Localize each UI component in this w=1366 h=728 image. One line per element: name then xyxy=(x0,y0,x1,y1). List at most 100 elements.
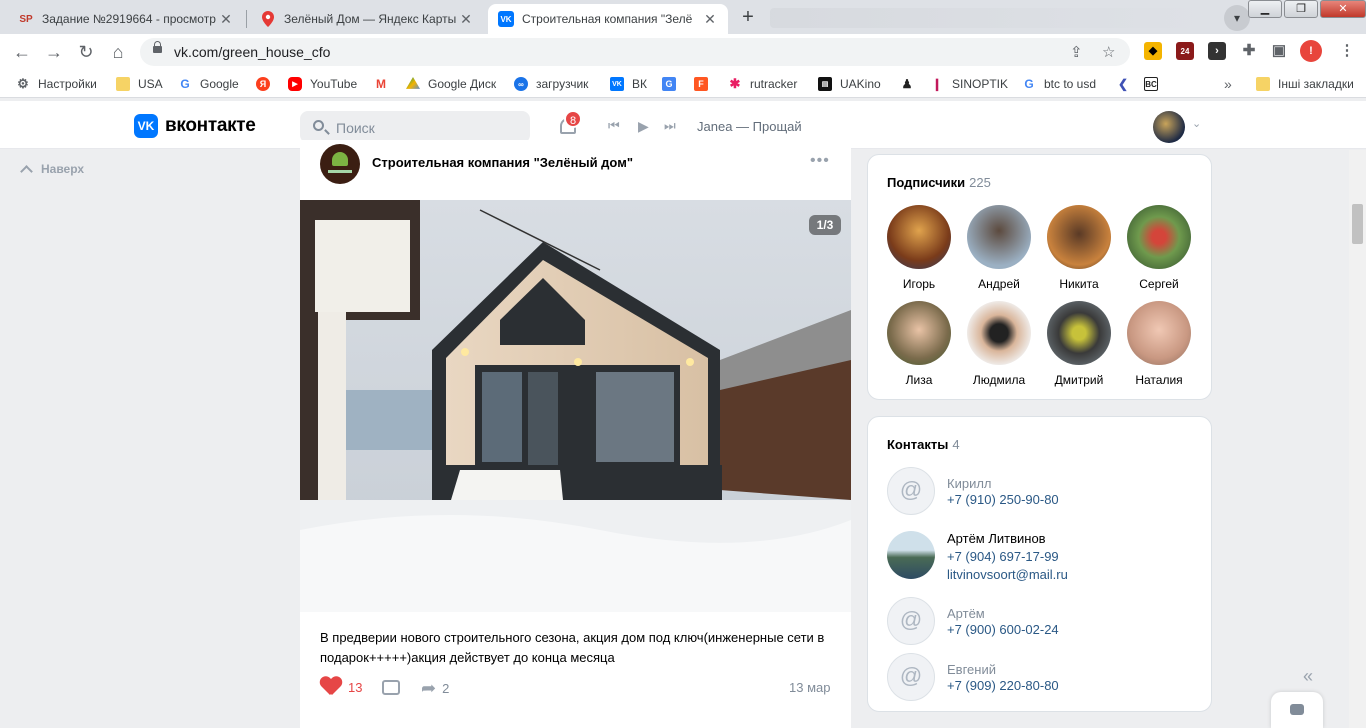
profile-alert-icon[interactable]: ! xyxy=(1300,40,1322,62)
vk-logo-text[interactable]: вконтакте xyxy=(165,115,256,137)
contact-phone[interactable]: +7 (900) 600-02-24 xyxy=(947,622,1059,637)
bookmark-f[interactable]: F xyxy=(694,75,716,93)
menu-dots-icon[interactable]: ⋮ xyxy=(1338,42,1356,60)
current-track[interactable]: Janea — Прощай xyxy=(697,119,802,134)
contacts-title[interactable]: Контакты 4 xyxy=(887,437,960,452)
comment-icon[interactable] xyxy=(382,680,400,695)
bookmark-google[interactable]: G Google xyxy=(178,75,238,93)
bookmark-rutracker[interactable]: ✱ rutracker xyxy=(728,75,798,93)
close-icon[interactable]: ✕ xyxy=(702,11,718,28)
gear-icon: ⚙ xyxy=(17,76,29,91)
bookmark-gmail[interactable]: M xyxy=(374,75,396,93)
like-button[interactable]: 13 xyxy=(320,677,362,697)
follower-item[interactable]: Андрей xyxy=(959,205,1039,291)
close-icon[interactable]: ✕ xyxy=(458,11,474,28)
play-icon[interactable]: ▶ xyxy=(638,118,649,135)
bookmarks-overflow-icon[interactable]: » xyxy=(1224,75,1232,93)
bookmark-loader[interactable]: ∞ загрузчик xyxy=(514,75,588,93)
more-options-icon[interactable]: ••• xyxy=(810,152,830,170)
messenger-button[interactable] xyxy=(1271,692,1323,728)
side-panel-icon[interactable]: ▣ xyxy=(1270,42,1288,60)
wall-post: Строительная компания "Зелёный дом" ••• xyxy=(300,140,851,728)
bookmark-settings[interactable]: ⚙ Настройки xyxy=(16,75,97,93)
followers-title[interactable]: Подписчики 225 xyxy=(887,175,991,190)
next-track-icon[interactable]: ⏭ xyxy=(664,118,676,134)
bookmark-unnamed[interactable]: ♟ xyxy=(900,75,922,93)
bookmark-yandex[interactable]: Я xyxy=(256,75,278,93)
bookmark-translate[interactable]: G xyxy=(662,75,684,93)
contact-phone[interactable]: +7 (904) 697-17-99 xyxy=(947,549,1059,564)
previous-track-icon[interactable]: ⏮ xyxy=(608,118,620,134)
contact-phone[interactable]: +7 (910) 250-90-80 xyxy=(947,492,1059,507)
close-icon[interactable]: ✕ xyxy=(218,11,234,28)
follower-item[interactable]: Сергей xyxy=(1119,205,1199,291)
chevron-down-icon[interactable]: ⌄ xyxy=(1192,117,1201,130)
window-controls: ▁ ❐ ✕ xyxy=(1246,0,1366,18)
tab-task[interactable]: SP Задание №2919664 - просмотр ✕ xyxy=(8,4,244,34)
bookmark-btc[interactable]: Gbtc to usd xyxy=(1022,75,1096,93)
bookmark-other[interactable]: Інші закладки xyxy=(1256,75,1354,93)
tab-yandex-maps[interactable]: Зелёный Дом — Яндекс Карты ✕ xyxy=(250,4,484,34)
share-arrow-icon: ➦ xyxy=(421,678,437,698)
follower-item[interactable]: Лиза xyxy=(879,301,959,387)
share-button[interactable]: ➦ 2 xyxy=(421,678,449,699)
vk-search-input[interactable]: Поиск xyxy=(300,111,530,143)
post-author[interactable]: Строительная компания "Зелёный дом" xyxy=(372,155,633,170)
reload-button[interactable]: ↻ xyxy=(74,40,98,64)
bookmark-uakino[interactable]: ▤ UAKino xyxy=(818,75,881,93)
bookmark-bc[interactable]: BC xyxy=(1144,75,1166,93)
bookmark-youtube[interactable]: ▶ YouTube xyxy=(288,75,357,93)
photo-counter: 1/3 xyxy=(809,215,841,235)
follower-item[interactable]: Игорь xyxy=(879,205,959,291)
close-window-button[interactable]: ✕ xyxy=(1320,0,1366,18)
url-text: vk.com/green_house_cfo xyxy=(174,44,331,60)
google-icon: G xyxy=(180,77,190,91)
contact-item[interactable]: @ Евгений +7 (909) 220-80-80 xyxy=(887,653,1197,703)
share-page-icon[interactable]: ⇪ xyxy=(1070,43,1083,61)
bookmark-usa[interactable]: USA xyxy=(116,75,163,93)
maximize-button[interactable]: ❐ xyxy=(1284,0,1318,18)
bookmark-label: Настройки xyxy=(38,77,97,91)
extension-badge-icon[interactable]: 24 xyxy=(1176,42,1194,60)
community-avatar[interactable] xyxy=(320,144,360,184)
post-photo[interactable]: 1/3 xyxy=(300,200,851,612)
lock-icon xyxy=(153,41,162,53)
scroll-to-top-button[interactable]: Наверх xyxy=(20,162,84,178)
contact-email[interactable]: litvinovsoort@mail.ru xyxy=(947,567,1068,582)
back-button[interactable]: ← xyxy=(10,40,34,64)
post-date[interactable]: 13 мар xyxy=(789,680,830,695)
minimize-button[interactable]: ▁ xyxy=(1248,0,1282,18)
profile-avatar[interactable] xyxy=(1153,111,1185,143)
google-icon: G xyxy=(1024,77,1034,91)
contact-name[interactable]: Артём Литвинов xyxy=(947,531,1046,546)
collapse-chats-icon[interactable]: « xyxy=(1303,666,1313,687)
scrollbar-thumb[interactable] xyxy=(1352,204,1363,244)
bookmark-google-drive[interactable]: Google Диск xyxy=(406,75,496,93)
contact-item[interactable]: Артём Литвинов +7 (904) 697-17-99 litvin… xyxy=(887,531,1197,593)
forward-button[interactable]: → xyxy=(42,40,66,64)
bookmark-vk[interactable]: VK ВК xyxy=(610,75,647,93)
contact-phone[interactable]: +7 (909) 220-80-80 xyxy=(947,678,1059,693)
contact-item[interactable]: @ Артём +7 (900) 600-02-24 xyxy=(887,597,1197,647)
contact-item[interactable]: @ Кирилл +7 (910) 250-90-80 xyxy=(887,467,1197,517)
avatar xyxy=(887,205,951,269)
bookmark-label: загрузчик xyxy=(536,77,589,91)
extension-badge-count: 24 xyxy=(1180,47,1190,56)
extension-shield-icon[interactable]: ◆ xyxy=(1144,42,1162,60)
vk-logo-icon[interactable]: VK xyxy=(134,114,158,138)
bookmark-sinoptik[interactable]: ❙ SINOPTIK xyxy=(930,75,1008,93)
extension-arrow-icon[interactable]: › xyxy=(1208,42,1226,60)
follower-item[interactable]: Людмила xyxy=(959,301,1039,387)
extensions-puzzle-icon[interactable]: ✚ xyxy=(1240,42,1258,60)
follower-item[interactable]: Наталия xyxy=(1119,301,1199,387)
home-button[interactable]: ⌂ xyxy=(106,40,130,64)
tab-title: Строительная компания "Зелё xyxy=(522,12,693,26)
bookmark-star-icon[interactable]: ☆ xyxy=(1102,43,1115,61)
follower-name: Дмитрий xyxy=(1054,373,1104,387)
bookmark-arrow[interactable]: ❮ xyxy=(1116,75,1138,93)
tab-vk[interactable]: VK Строительная компания "Зелё ✕ xyxy=(488,4,728,34)
follower-item[interactable]: Дмитрий xyxy=(1039,301,1119,387)
new-tab-button[interactable]: + xyxy=(736,6,760,30)
address-bar[interactable]: vk.com/green_house_cfo ⇪ ☆ xyxy=(140,38,1130,66)
follower-item[interactable]: Никита xyxy=(1039,205,1119,291)
